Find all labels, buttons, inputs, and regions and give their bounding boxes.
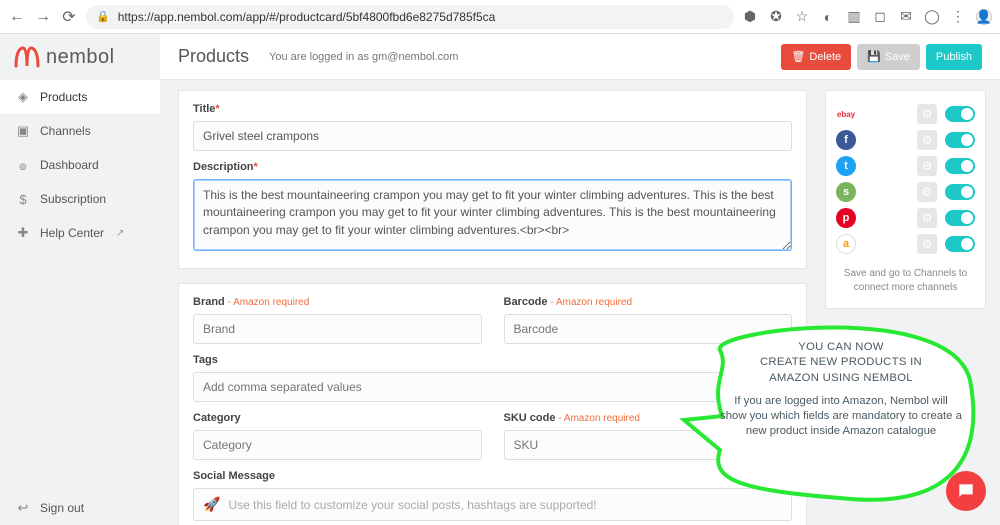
category-label: Category bbox=[193, 412, 482, 424]
grid-icon: ▣ bbox=[16, 123, 30, 139]
channel-row-ebay: ebay ⚙ bbox=[836, 101, 975, 127]
channel-toggle[interactable] bbox=[945, 106, 975, 122]
sku-label: SKU code - Amazon required bbox=[504, 412, 793, 424]
ext-icon[interactable]: ▥ bbox=[846, 9, 862, 25]
page-title: Products bbox=[178, 46, 249, 67]
channel-settings-button[interactable]: ⚙ bbox=[917, 234, 937, 254]
twitter-icon: t bbox=[836, 156, 856, 176]
sidebar-label: Sign out bbox=[40, 501, 84, 515]
ext-icon[interactable]: ◐ bbox=[820, 9, 836, 25]
sidebar-item-signout[interactable]: ↩ Sign out bbox=[0, 491, 160, 525]
external-link-icon: ↗ bbox=[116, 228, 124, 239]
sidebar-item-dashboard[interactable]: ๏ Dashboard bbox=[0, 148, 160, 182]
basic-info-panel: Title* Description* bbox=[178, 90, 807, 269]
ext-icon[interactable]: ◻ bbox=[872, 9, 888, 25]
channels-panel: ebay ⚙ f ⚙ t ⚙ s ⚙ p ⚙ a ⚙ Save and go t… bbox=[825, 90, 986, 309]
sidebar-label: Channels bbox=[40, 124, 91, 138]
channel-row-shopify: s ⚙ bbox=[836, 179, 975, 205]
channel-settings-button[interactable]: ⚙ bbox=[917, 130, 937, 150]
save-icon: 💾 bbox=[867, 50, 881, 63]
channel-settings-button[interactable]: ⚙ bbox=[917, 156, 937, 176]
logo-mark bbox=[14, 46, 40, 68]
sidebar-label: Dashboard bbox=[40, 158, 99, 172]
menu-icon[interactable]: ⋮ bbox=[950, 9, 966, 25]
logo-text: nembol bbox=[46, 46, 115, 69]
forward-button[interactable]: → bbox=[34, 8, 52, 26]
tags-label: Tags bbox=[193, 354, 792, 366]
ebay-icon: ebay bbox=[836, 104, 856, 124]
delete-button[interactable]: 🗑 Delete bbox=[781, 44, 851, 70]
diamond-icon: ◈ bbox=[16, 89, 30, 105]
amazon-icon: a bbox=[836, 234, 856, 254]
sidebar-item-helpcenter[interactable]: ✚ Help Center ↗ bbox=[0, 216, 160, 250]
dollar-icon: $ bbox=[16, 192, 30, 207]
facebook-icon: f bbox=[836, 130, 856, 150]
pinterest-icon: p bbox=[836, 208, 856, 228]
reload-button[interactable]: ⟳ bbox=[60, 8, 78, 26]
channel-toggle[interactable] bbox=[945, 184, 975, 200]
sidebar-label: Help Center bbox=[40, 226, 104, 240]
description-label: Description* bbox=[193, 161, 792, 173]
logged-in-as: You are logged in as gm@nembol.com bbox=[269, 51, 458, 63]
save-button[interactable]: 💾 Save bbox=[857, 44, 920, 70]
address-bar[interactable]: 🔒 https://app.nembol.com/app/#/productca… bbox=[86, 5, 734, 29]
sidebar-item-subscription[interactable]: $ Subscription bbox=[0, 182, 160, 216]
sidebar-label: Subscription bbox=[40, 192, 106, 206]
social-input[interactable]: 🚀 Use this field to customize your socia… bbox=[193, 488, 792, 521]
social-label: Social Message bbox=[193, 470, 792, 482]
publish-button[interactable]: Publish bbox=[926, 44, 982, 70]
channels-note: Save and go to Channels to connect more … bbox=[836, 267, 975, 294]
sidebar-item-channels[interactable]: ▣ Channels bbox=[0, 114, 160, 148]
tags-input[interactable] bbox=[193, 372, 792, 402]
trash-icon: 🗑 bbox=[791, 50, 805, 63]
channel-row-twitter: t ⚙ bbox=[836, 153, 975, 179]
url-text: https://app.nembol.com/app/#/productcard… bbox=[118, 10, 496, 24]
channel-toggle[interactable] bbox=[945, 210, 975, 226]
barcode-input[interactable] bbox=[504, 314, 793, 344]
logo: nembol bbox=[0, 34, 160, 80]
ring-icon: ✚ bbox=[16, 225, 30, 241]
barcode-label: Barcode - Amazon required bbox=[504, 296, 793, 308]
chat-button[interactable] bbox=[946, 471, 986, 511]
brand-input[interactable] bbox=[193, 314, 482, 344]
signout-icon: ↩ bbox=[16, 500, 30, 516]
channel-row-facebook: f ⚙ bbox=[836, 127, 975, 153]
ext-icon[interactable]: ◯ bbox=[924, 9, 940, 25]
channel-row-amazon: a ⚙ bbox=[836, 231, 975, 257]
sku-input[interactable] bbox=[504, 430, 793, 460]
ext-icon[interactable]: ⬢ bbox=[742, 9, 758, 25]
description-textarea[interactable] bbox=[193, 179, 792, 251]
topbar: Products You are logged in as gm@nembol.… bbox=[160, 34, 1000, 80]
channel-settings-button[interactable]: ⚙ bbox=[917, 182, 937, 202]
gauge-icon: ๏ bbox=[16, 155, 30, 176]
back-button[interactable]: ← bbox=[8, 8, 26, 26]
channel-settings-button[interactable]: ⚙ bbox=[917, 208, 937, 228]
channel-toggle[interactable] bbox=[945, 158, 975, 174]
star-icon[interactable]: ☆ bbox=[794, 9, 810, 25]
channel-row-pinterest: p ⚙ bbox=[836, 205, 975, 231]
extension-icons: ⬢ ✪ ☆ ◐ ▥ ◻ ✉ ◯ ⋮ 👤 bbox=[742, 9, 992, 25]
shopify-icon: s bbox=[836, 182, 856, 202]
title-input[interactable] bbox=[193, 121, 792, 151]
profile-avatar[interactable]: 👤 bbox=[976, 9, 992, 25]
channel-toggle[interactable] bbox=[945, 236, 975, 252]
ext-icon[interactable]: ✉ bbox=[898, 9, 914, 25]
sidebar-label: Products bbox=[40, 90, 87, 104]
details-panel: Brand - Amazon required Barcode - Amazon… bbox=[178, 283, 807, 525]
channel-toggle[interactable] bbox=[945, 132, 975, 148]
sidebar: nembol ◈ Products ▣ Channels ๏ Dashboard… bbox=[0, 34, 160, 525]
lock-icon: 🔒 bbox=[96, 10, 110, 23]
title-label: Title* bbox=[193, 103, 792, 115]
category-input[interactable] bbox=[193, 430, 482, 460]
sidebar-item-products[interactable]: ◈ Products bbox=[0, 80, 160, 114]
brand-label: Brand - Amazon required bbox=[193, 296, 482, 308]
channel-settings-button[interactable]: ⚙ bbox=[917, 104, 937, 124]
ext-icon[interactable]: ✪ bbox=[768, 9, 784, 25]
rocket-icon: 🚀 bbox=[203, 496, 220, 513]
